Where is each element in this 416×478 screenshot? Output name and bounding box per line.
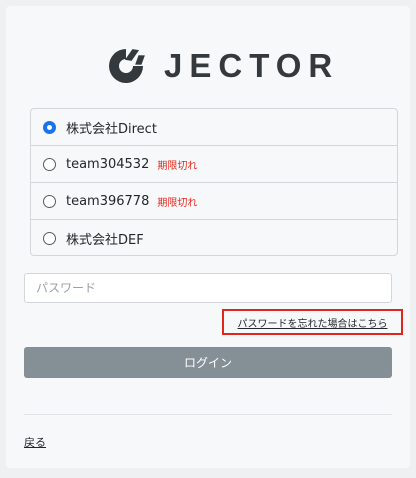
radio-button[interactable] xyxy=(43,231,56,245)
team-option[interactable]: 株式会社DEF xyxy=(31,220,397,256)
login-card: JECTOR 株式会社Direct team304532 期限切れ team39… xyxy=(6,6,410,468)
expired-badge: 期限切れ xyxy=(157,197,198,209)
jector-logo-icon xyxy=(109,49,145,83)
team-name: 株式会社Direct xyxy=(66,121,157,137)
radio-button-selected[interactable] xyxy=(43,120,56,134)
forgot-password-highlight: パスワードを忘れた場合はこちら xyxy=(222,309,403,335)
login-button[interactable]: ログイン xyxy=(24,347,392,378)
password-input[interactable] xyxy=(24,273,392,303)
divider xyxy=(24,414,392,415)
back-link[interactable]: 戻る xyxy=(24,434,46,450)
logo-text: JECTOR xyxy=(164,47,340,84)
team-option[interactable]: team304532 期限切れ xyxy=(31,146,397,183)
team-option[interactable]: team396778 期限切れ xyxy=(31,183,397,220)
radio-button[interactable] xyxy=(43,157,56,171)
jector-logo: JECTOR xyxy=(102,42,339,90)
team-select-list: 株式会社Direct team304532 期限切れ team396778 期限… xyxy=(30,108,398,256)
team-name: team396778 xyxy=(66,193,150,209)
team-name: team304532 xyxy=(66,156,150,172)
radio-button[interactable] xyxy=(43,194,56,208)
expired-badge: 期限切れ xyxy=(157,160,198,172)
team-option[interactable]: 株式会社Direct xyxy=(31,109,397,146)
team-name: 株式会社DEF xyxy=(66,232,144,248)
forgot-password-link[interactable]: パスワードを忘れた場合はこちら xyxy=(238,315,388,330)
